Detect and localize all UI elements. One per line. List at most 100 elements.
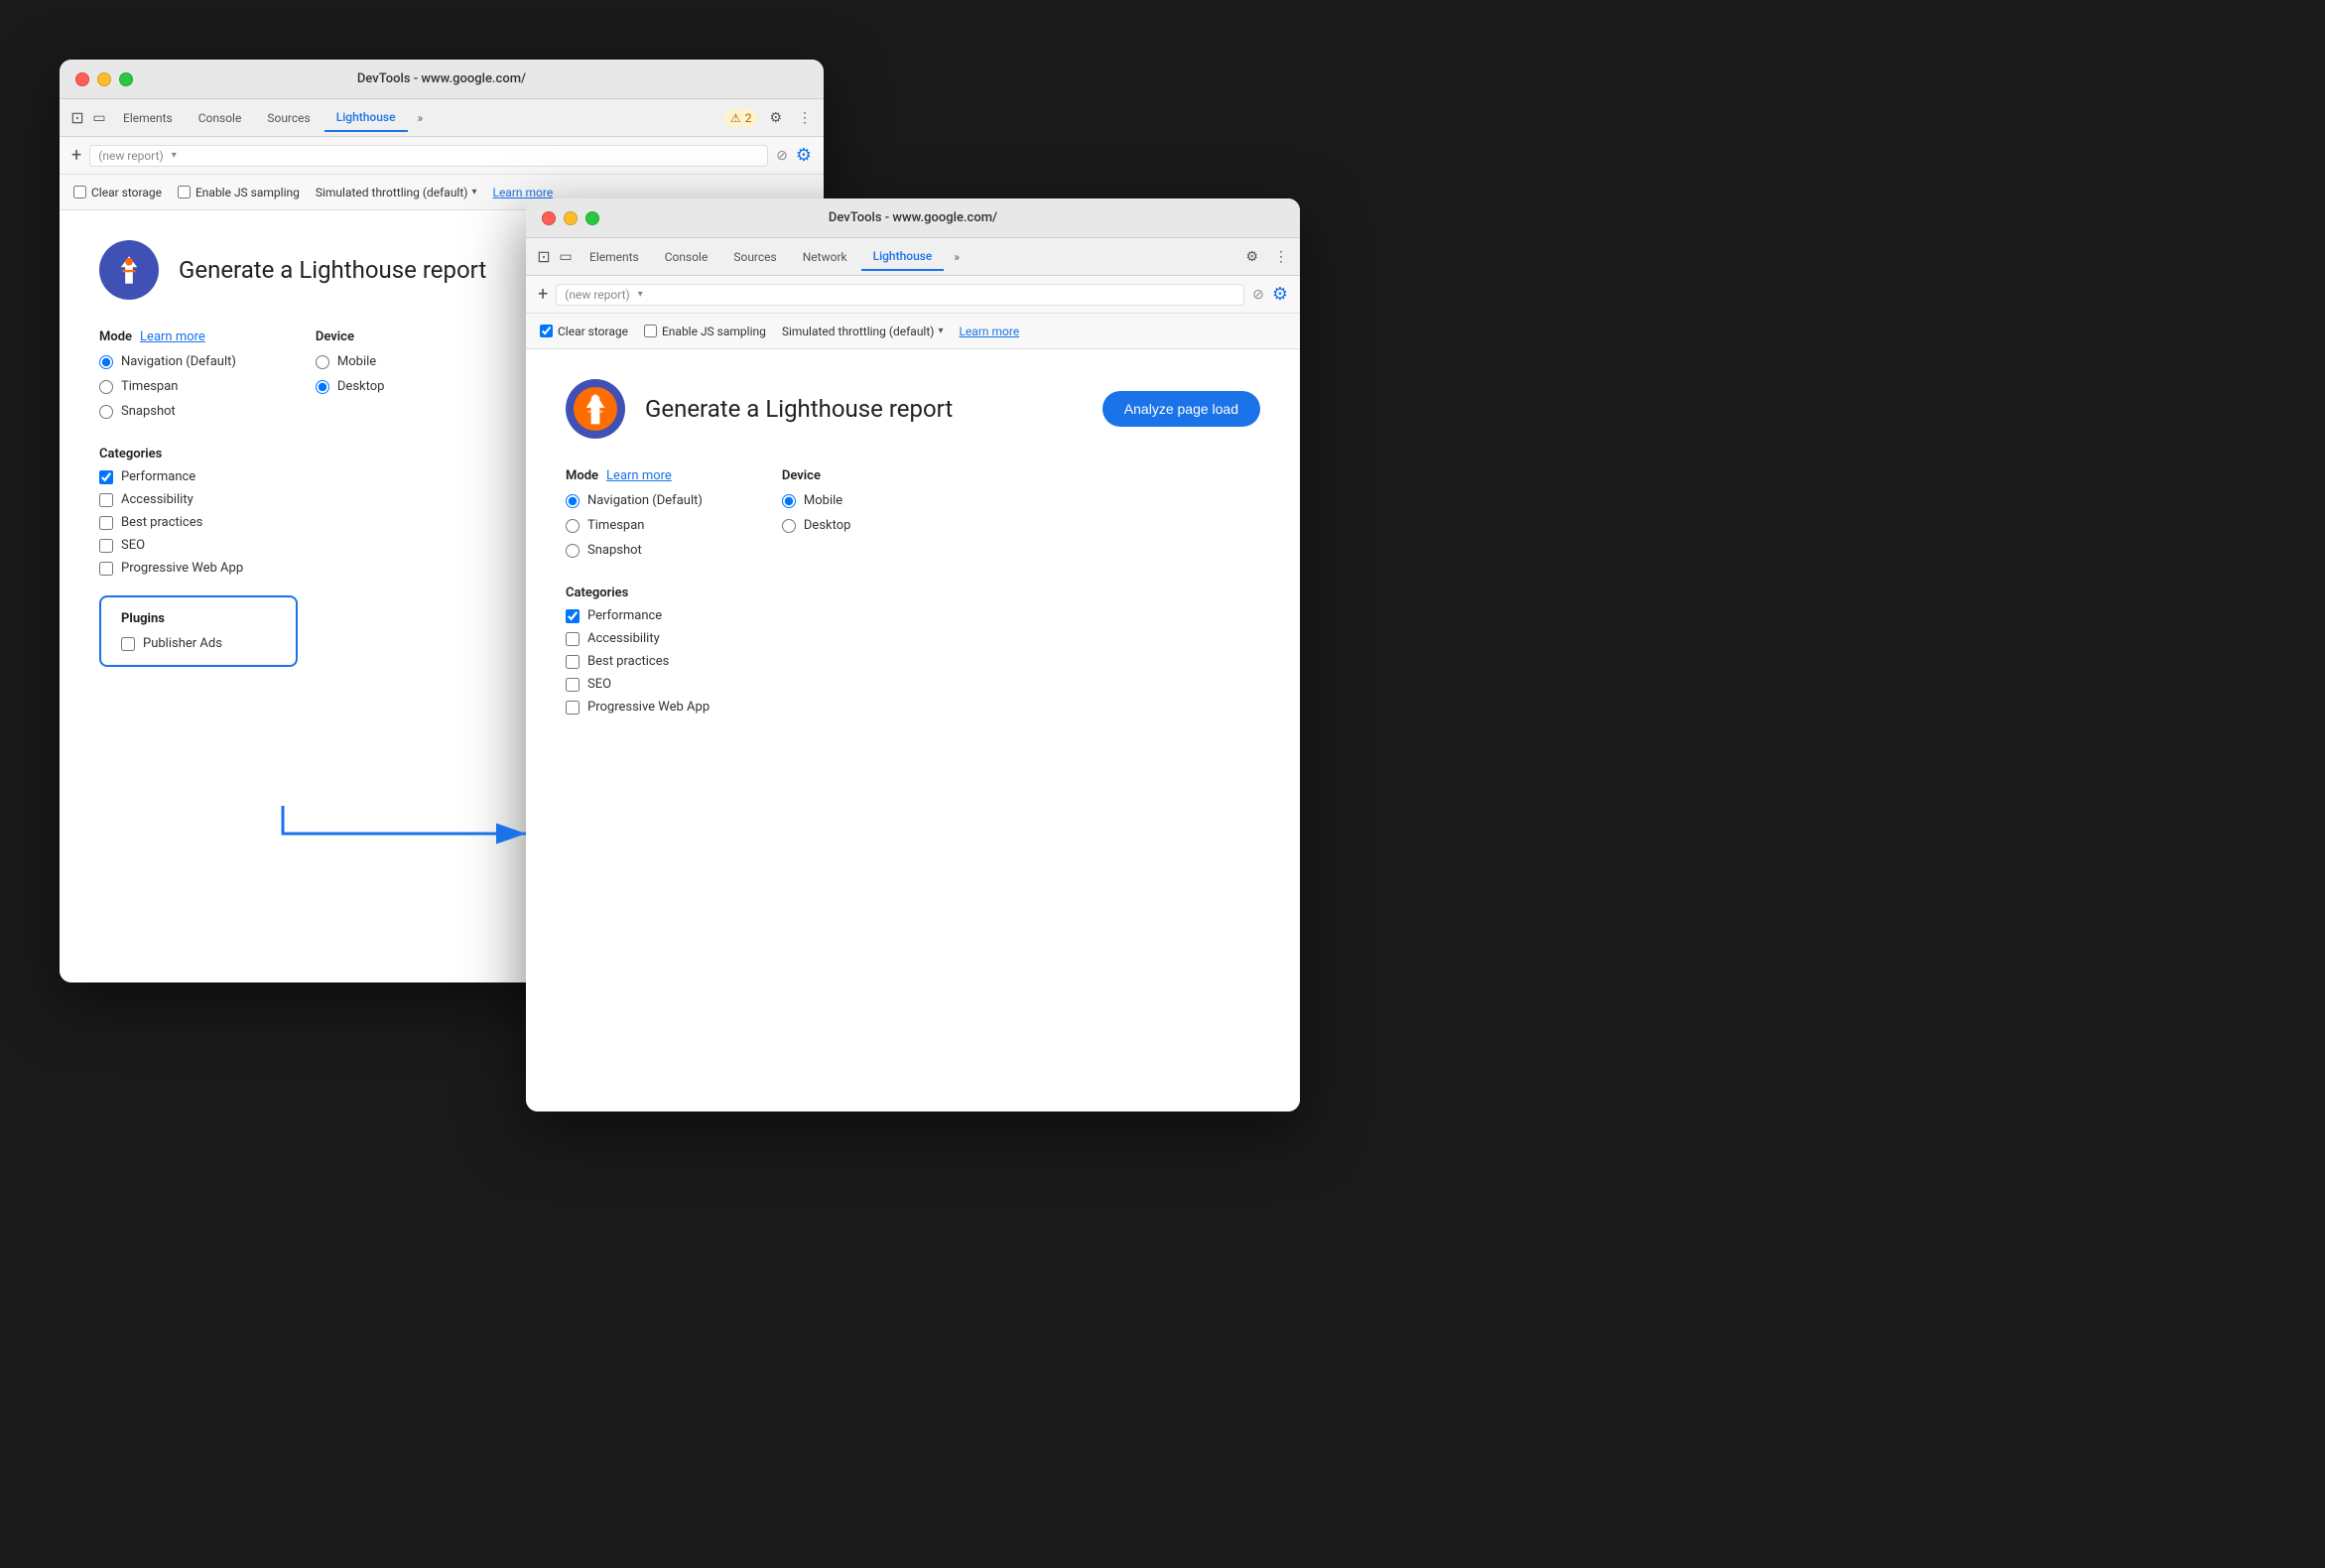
clear-storage-checkbox-1[interactable] [73, 186, 86, 198]
report-selector-2[interactable]: (new report) ▾ [556, 284, 1244, 306]
device-label-1: Device [316, 329, 385, 344]
report-selector-1[interactable]: (new report) ▾ [89, 145, 768, 167]
mode-learn-more-1[interactable]: Learn more [140, 329, 205, 344]
device-col-1: Device Mobile Desktop [316, 329, 385, 419]
tab-lighthouse-2[interactable]: Lighthouse [861, 243, 945, 271]
plugin-publisher-ads-checkbox-1[interactable] [121, 637, 135, 651]
settings-icon-2[interactable]: ⚙ [1241, 245, 1262, 269]
mode-timespan-radio-2[interactable] [566, 519, 580, 533]
enable-js-checkbox-1[interactable] [178, 186, 191, 198]
enable-js-checkbox-2[interactable] [644, 325, 657, 337]
analyze-page-load-button[interactable]: Analyze page load [1102, 391, 1260, 427]
inspector-icon-1[interactable]: ⊡ [67, 108, 87, 128]
device-mobile-radio-1[interactable] [316, 355, 329, 369]
device-desktop-1[interactable]: Desktop [316, 379, 385, 394]
maximize-button-1[interactable] [119, 72, 133, 86]
mode-navigation-2[interactable]: Navigation (Default) [566, 493, 703, 508]
learn-more-link-1[interactable]: Learn more [492, 186, 553, 199]
device-icon-2[interactable]: ▭ [556, 247, 576, 267]
device-desktop-radio-1[interactable] [316, 380, 329, 394]
close-button-2[interactable] [542, 211, 556, 225]
cat-pwa-2[interactable]: Progressive Web App [566, 700, 1260, 715]
mode-timespan-2[interactable]: Timespan [566, 518, 703, 533]
throttle-arrow-1[interactable]: ▾ [471, 187, 476, 197]
mode-learn-more-2[interactable]: Learn more [606, 468, 672, 483]
minimize-button-1[interactable] [97, 72, 111, 86]
cat-performance-checkbox-2[interactable] [566, 609, 580, 623]
device-icon-1[interactable]: ▭ [89, 108, 109, 128]
clear-storage-checkbox-2[interactable] [540, 325, 553, 337]
device-desktop-radio-2[interactable] [782, 519, 796, 533]
enable-js-option-2[interactable]: Enable JS sampling [644, 325, 766, 338]
device-desktop-2[interactable]: Desktop [782, 518, 851, 533]
report-cancel-1[interactable]: ⊘ [776, 148, 788, 164]
cat-best-practices-2[interactable]: Best practices [566, 654, 1260, 669]
cat-best-practices-checkbox-2[interactable] [566, 655, 580, 669]
device-mobile-2[interactable]: Mobile [782, 493, 851, 508]
cat-seo-checkbox-1[interactable] [99, 539, 113, 553]
more-options-icon-1[interactable]: ⋮ [794, 106, 816, 130]
plugin-publisher-ads-1[interactable]: Publisher Ads [121, 636, 276, 651]
cat-accessibility-2[interactable]: Accessibility [566, 631, 1260, 646]
mode-navigation-1[interactable]: Navigation (Default) [99, 354, 236, 369]
mode-timespan-1[interactable]: Timespan [99, 379, 236, 394]
tab-sources-2[interactable]: Sources [721, 244, 788, 270]
minimize-button-2[interactable] [564, 211, 578, 225]
learn-more-link-2[interactable]: Learn more [959, 325, 1019, 338]
mode-navigation-radio-1[interactable] [99, 355, 113, 369]
tab-console-1[interactable]: Console [187, 105, 254, 131]
mode-label-2: Mode Learn more [566, 468, 703, 483]
new-report-plus-1[interactable]: + [71, 145, 81, 166]
tab-network-2[interactable]: Network [791, 244, 859, 270]
clear-storage-option-2[interactable]: Clear storage [540, 325, 628, 338]
cat-pwa-checkbox-2[interactable] [566, 701, 580, 715]
gear-icon-2[interactable]: ⚙ [1272, 284, 1288, 305]
device-mobile-1[interactable]: Mobile [316, 354, 385, 369]
mode-snapshot-radio-1[interactable] [99, 405, 113, 419]
tab-sources-1[interactable]: Sources [255, 105, 322, 131]
device-mobile-radio-2[interactable] [782, 494, 796, 508]
cat-accessibility-checkbox-1[interactable] [99, 493, 113, 507]
more-options-icon-2[interactable]: ⋮ [1270, 245, 1292, 269]
settings-icon-1[interactable]: ⚙ [765, 106, 786, 130]
mode-snapshot-radio-2[interactable] [566, 544, 580, 558]
clear-storage-option-1[interactable]: Clear storage [73, 186, 162, 199]
report-title-1: Generate a Lighthouse report [179, 256, 486, 284]
cat-pwa-checkbox-1[interactable] [99, 562, 113, 576]
tab-console-2[interactable]: Console [653, 244, 720, 270]
cat-performance-2[interactable]: Performance [566, 608, 1260, 623]
cat-seo-checkbox-2[interactable] [566, 678, 580, 692]
cat-seo-2[interactable]: SEO [566, 677, 1260, 692]
warning-badge-1: ⚠ 2 [724, 109, 758, 127]
report-selector-arrow-1: ▾ [172, 150, 177, 161]
throttle-arrow-2[interactable]: ▾ [938, 326, 943, 336]
inspector-icon-2[interactable]: ⊡ [534, 247, 554, 267]
tab-more-2[interactable]: » [946, 246, 968, 268]
maximize-button-2[interactable] [585, 211, 599, 225]
tab-elements-1[interactable]: Elements [111, 105, 185, 131]
lighthouse-logo-2 [566, 379, 625, 439]
plugins-section-1: Plugins Publisher Ads [99, 595, 298, 667]
tab-more-1[interactable]: » [410, 107, 432, 129]
tab-elements-2[interactable]: Elements [578, 244, 651, 270]
mode-col-2: Mode Learn more Navigation (Default) Tim… [566, 468, 703, 558]
report-selector-label-2: (new report) [565, 288, 629, 302]
new-report-plus-2[interactable]: + [538, 284, 548, 305]
mode-snapshot-1[interactable]: Snapshot [99, 404, 236, 419]
cat-performance-checkbox-1[interactable] [99, 470, 113, 484]
gear-icon-1[interactable]: ⚙ [796, 145, 812, 166]
tab-lighthouse-1[interactable]: Lighthouse [324, 104, 408, 132]
mode-navigation-radio-2[interactable] [566, 494, 580, 508]
cat-accessibility-checkbox-2[interactable] [566, 632, 580, 646]
cat-best-practices-checkbox-1[interactable] [99, 516, 113, 530]
categories-label-2: Categories [566, 586, 1260, 600]
close-button-1[interactable] [75, 72, 89, 86]
mode-snapshot-2[interactable]: Snapshot [566, 543, 703, 558]
device-col-2: Device Mobile Desktop [782, 468, 851, 558]
report-cancel-2[interactable]: ⊘ [1252, 287, 1264, 303]
mode-timespan-radio-1[interactable] [99, 380, 113, 394]
window-title-2: DevTools - www.google.com/ [829, 210, 997, 225]
options-bar-2: Clear storage Enable JS sampling Simulat… [526, 314, 1300, 349]
enable-js-option-1[interactable]: Enable JS sampling [178, 186, 300, 199]
devtools-tabs-2: ⊡ ▭ Elements Console Sources Network Lig… [526, 238, 1300, 276]
